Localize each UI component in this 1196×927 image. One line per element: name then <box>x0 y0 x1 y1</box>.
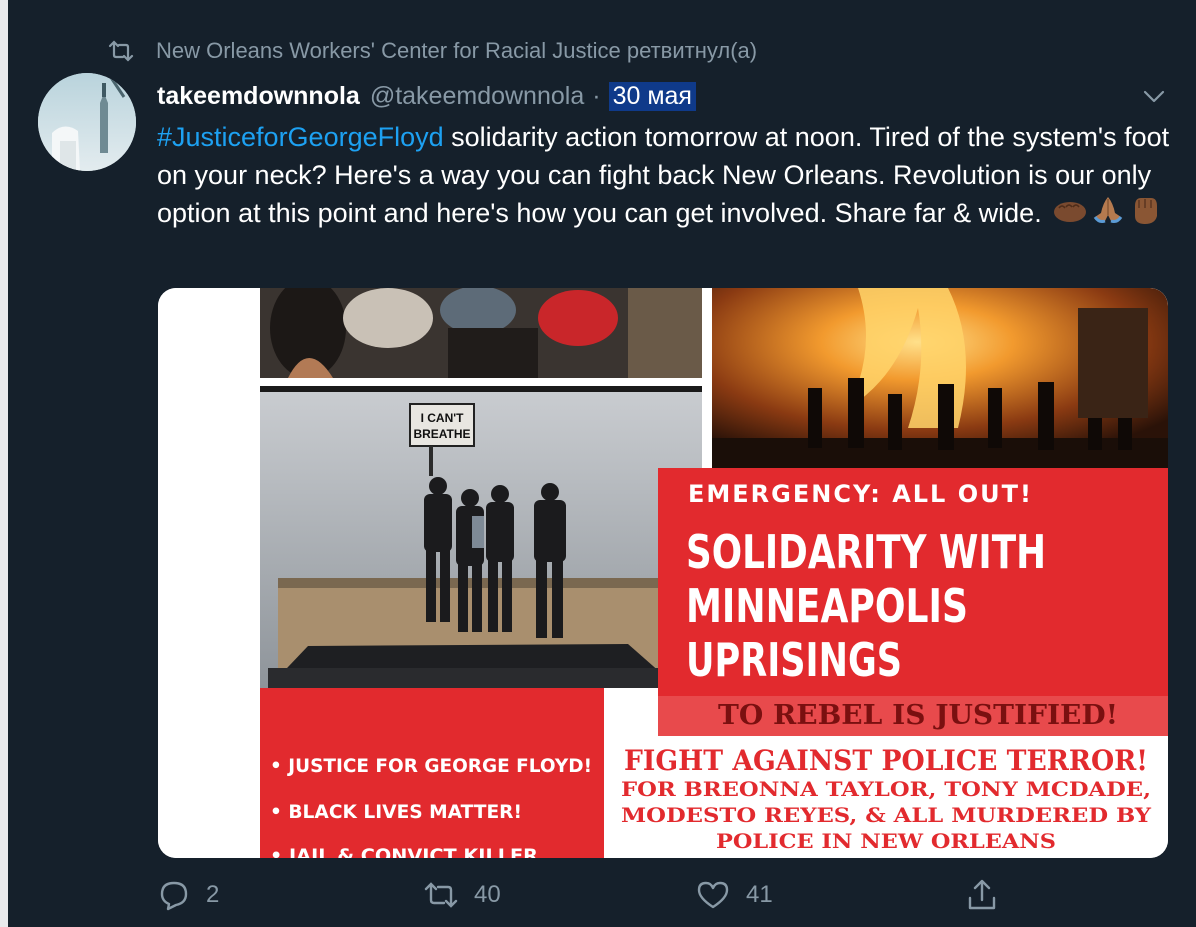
retweet-icon <box>424 882 458 908</box>
retweet-icon <box>108 40 134 62</box>
protest-on-car-photo: I CAN'T BREATHE <box>260 392 702 688</box>
folded-hands-emoji-icon <box>1091 195 1125 235</box>
window-frame-edge <box>0 0 8 927</box>
reply-icon <box>160 881 188 911</box>
hashtag-link[interactable]: #JusticeforGeorgeFloyd <box>157 122 444 152</box>
separator-dot: · <box>592 81 601 110</box>
emergency-banner: EMERGENCY: ALL OUT! SOLIDARITY WITH MINN… <box>658 468 1168 696</box>
emergency-text: EMERGENCY: ALL OUT! <box>688 480 1033 508</box>
like-count: 41 <box>746 881 773 908</box>
svg-text:BREATHE: BREATHE <box>413 427 470 441</box>
tweet-text: #JusticeforGeorgeFloyd solidarity action… <box>157 118 1177 236</box>
bullet-3: • JAIL & CONVICT KILLER <box>270 845 538 858</box>
retweet-button[interactable]: 40 <box>424 870 501 920</box>
like-button[interactable]: 41 <box>696 870 773 920</box>
retweet-context: New Orleans Workers' Center for Racial J… <box>108 34 757 68</box>
headline-line-2: MINNEAPOLIS <box>686 579 968 633</box>
user-handle[interactable]: @takeemdownnola <box>370 82 584 111</box>
raised-fist-emoji-icon <box>1129 194 1159 236</box>
share-button[interactable] <box>966 870 1014 920</box>
share-icon <box>968 879 996 910</box>
slogan-text: TO REBEL IS JUSTIFIED! <box>718 700 1118 731</box>
reply-button[interactable]: 2 <box>158 870 219 920</box>
names-line-1: FOR BREONNA TAYLOR, TONY MCDADE, <box>621 777 1151 801</box>
display-name[interactable]: takeemdownnola <box>157 82 360 111</box>
tweet-header: takeemdownnola @takeemdownnola · 30 мая <box>157 78 696 114</box>
fire-protest-photo <box>712 288 1168 468</box>
heart-icon <box>697 881 729 909</box>
fist-emoji-icon <box>1053 196 1087 234</box>
bullets-panel: • JUSTICE FOR GEORGE FLOYD! • BLACK LIVE… <box>260 688 604 858</box>
crowd-photo-top <box>260 288 702 378</box>
headline-line-1: SOLIDARITY WITH <box>686 525 1046 579</box>
chevron-down-icon[interactable] <box>1140 84 1168 108</box>
svg-text:I CAN'T: I CAN'T <box>421 411 465 425</box>
fight-text: FIGHT AGAINST POLICE TERROR! <box>624 744 1148 777</box>
retweet-context-text[interactable]: New Orleans Workers' Center for Racial J… <box>156 38 757 64</box>
bullet-1: • JUSTICE FOR GEORGE FLOYD! <box>270 755 592 777</box>
names-line-3: POLICE IN NEW ORLEANS <box>716 829 1056 853</box>
tweet-date[interactable]: 30 мая <box>608 81 696 111</box>
retweet-count: 40 <box>474 881 501 908</box>
names-line-2: MODESTO REYES, & ALL MURDERED BY <box>621 803 1152 827</box>
tweet-media-image[interactable]: I CAN'T BREATHE EMERGENCY: ALL OUT! SOLI… <box>158 288 1168 858</box>
avatar[interactable] <box>38 73 136 171</box>
bullet-2: • BLACK LIVES MATTER! <box>270 801 522 823</box>
reply-count: 2 <box>206 881 220 908</box>
tweet-actions: 2 40 41 <box>0 870 1196 920</box>
headline-line-3: UPRISINGS <box>686 633 902 687</box>
